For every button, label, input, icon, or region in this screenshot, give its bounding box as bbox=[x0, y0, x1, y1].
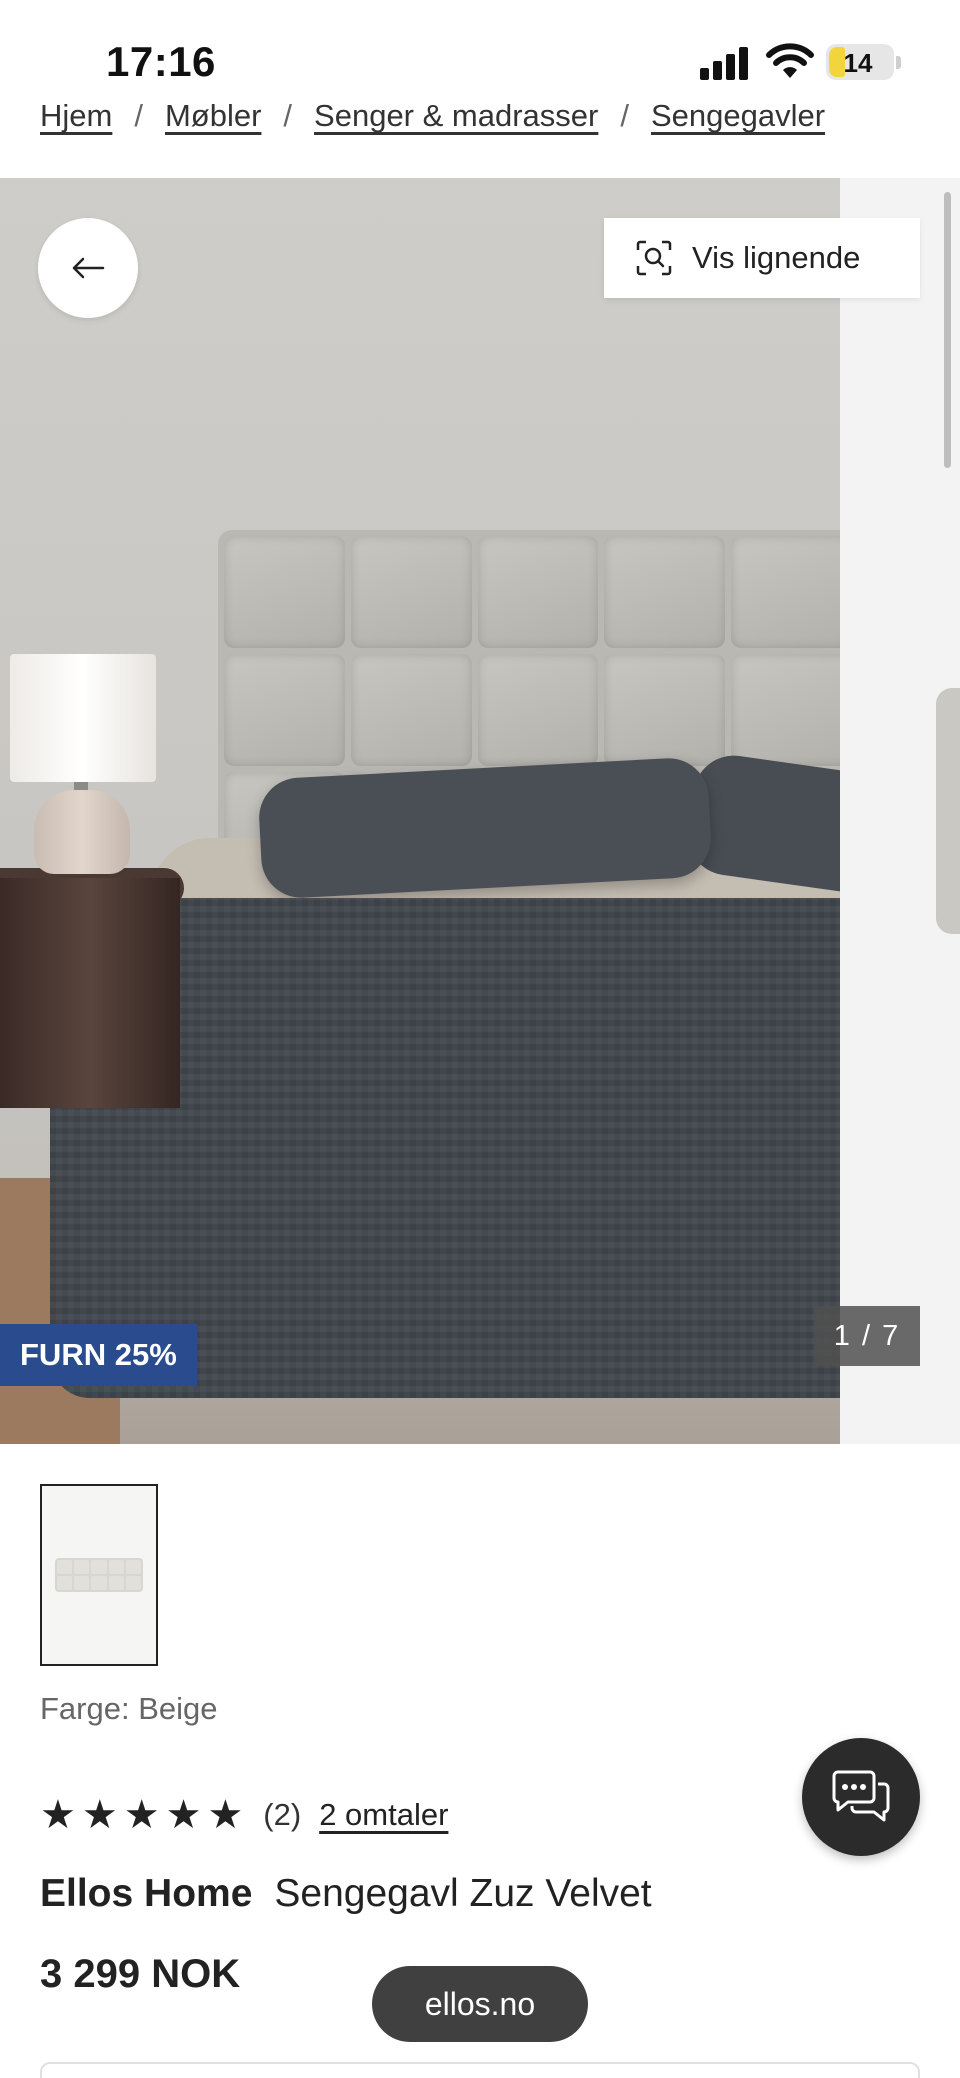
browser-url-pill[interactable]: ellos.no bbox=[372, 1966, 588, 2042]
chat-bubbles-icon bbox=[832, 1770, 890, 1822]
star-icon: ★ bbox=[207, 1793, 244, 1837]
battery-icon: 14 bbox=[826, 44, 894, 80]
cellular-signal-icon bbox=[700, 46, 752, 80]
breadcrumb-item-headboards[interactable]: Sengegavler bbox=[651, 98, 825, 134]
next-section-box bbox=[40, 2062, 920, 2078]
breadcrumb-separator: / bbox=[283, 98, 293, 133]
color-label: Farge: Beige bbox=[40, 1691, 218, 1726]
breadcrumb-item-home[interactable]: Hjem bbox=[40, 98, 112, 134]
thumbnail-image bbox=[55, 1558, 143, 1592]
product-image[interactable] bbox=[0, 178, 840, 1444]
star-icon: ★ bbox=[40, 1793, 76, 1837]
thumbnail-selected[interactable] bbox=[40, 1484, 158, 1666]
image-counter: 1 / 7 bbox=[814, 1306, 920, 1366]
image-lamp-shade bbox=[10, 654, 156, 782]
rating-stars: ★ ★ ★ ★ ★ bbox=[40, 1795, 243, 1835]
product-title: Ellos Home Sengegavl Zuz Velvet bbox=[40, 1872, 652, 1916]
reviews-link[interactable]: 2 omtaler bbox=[319, 1797, 448, 1833]
promo-badge: FURN 25% bbox=[0, 1324, 197, 1386]
star-icon: ★ bbox=[123, 1793, 160, 1837]
star-icon: ★ bbox=[165, 1793, 202, 1837]
product-brand[interactable]: Ellos Home bbox=[40, 1872, 252, 1916]
back-button[interactable] bbox=[38, 218, 138, 318]
image-lamp-base bbox=[34, 790, 130, 874]
battery-level: 14 bbox=[843, 48, 873, 78]
product-gallery[interactable]: Vis lignende FURN 25% 1 / 7 bbox=[0, 178, 960, 1444]
image-side-table bbox=[0, 878, 180, 1108]
rating-count: (2) bbox=[263, 1797, 302, 1832]
breadcrumb-item-beds[interactable]: Senger & madrasser bbox=[314, 98, 598, 134]
arrow-left-icon bbox=[72, 257, 105, 279]
rating-row: ★ ★ ★ ★ ★ (2) 2 omtaler bbox=[40, 1790, 448, 1840]
chat-button[interactable] bbox=[802, 1738, 920, 1856]
status-time: 17:16 bbox=[106, 38, 216, 85]
scroll-indicator bbox=[944, 192, 951, 468]
show-similar-label: Vis lignende bbox=[692, 240, 861, 275]
breadcrumb-separator: / bbox=[620, 98, 629, 133]
product-price: 3 299 NOK bbox=[40, 1952, 241, 1996]
status-bar-cover bbox=[0, 80, 960, 102]
image-pillow bbox=[257, 756, 713, 900]
wifi-icon bbox=[766, 43, 814, 78]
next-image-peek[interactable] bbox=[936, 688, 960, 934]
product-name: Sengegavl Zuz Velvet bbox=[274, 1872, 652, 1915]
battery-cap bbox=[896, 56, 901, 69]
show-similar-button[interactable]: Vis lignende bbox=[604, 218, 920, 298]
star-icon: ★ bbox=[81, 1793, 118, 1837]
visual-search-icon bbox=[636, 240, 672, 276]
breadcrumb-item-furniture[interactable]: Møbler bbox=[165, 98, 261, 134]
breadcrumb-separator: / bbox=[134, 98, 143, 133]
